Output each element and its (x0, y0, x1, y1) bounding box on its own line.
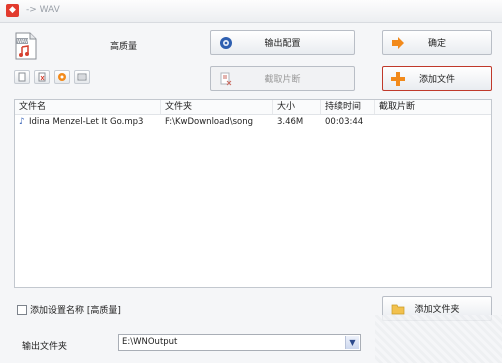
file-name: Idina Menzel-Let It Go.mp3 (29, 117, 144, 127)
column-header-name[interactable]: 文件名 (15, 100, 161, 114)
add-file-label: 添加文件 (418, 75, 455, 85)
add-setting-name-label: 添加设置名称 [高质量] (30, 306, 121, 316)
column-header-size[interactable]: 大小 (273, 100, 321, 114)
add-folder-label: 添加文件夹 (414, 305, 460, 315)
file-info-icon[interactable] (74, 70, 90, 84)
column-header-duration[interactable]: 持续时间 (321, 100, 375, 114)
wav-file-icon: WAV (14, 32, 38, 60)
file-list[interactable]: 文件名 文件夹 大小 持续时间 截取片断 ♪ Idina Menzel-Let I… (14, 99, 492, 288)
confirm-label: 确定 (427, 39, 446, 49)
cut-clip-label: 截取片断 (264, 75, 301, 85)
confirm-arrow-icon (391, 36, 405, 50)
file-duration-cell: 00:03:44 (325, 117, 364, 127)
table-row[interactable]: ♪ Idina Menzel-Let It Go.mp3 F:\KwDownloa… (15, 115, 491, 130)
file-clip-cell (375, 115, 491, 130)
output-config-label: 输出配置 (264, 39, 301, 49)
window-title: -> WAV (26, 5, 60, 15)
folder-icon (391, 302, 405, 316)
cut-clip-icon (219, 72, 233, 86)
music-file-icon: ♪ (19, 117, 25, 127)
app-logo-icon: ◆ (6, 4, 19, 17)
plus-icon (391, 72, 405, 86)
file-size-cell: 3.46M (277, 117, 304, 127)
settings-disc-icon (219, 36, 233, 50)
file-toolbar (14, 70, 90, 84)
file-list-header: 文件名 文件夹 大小 持续时间 截取片断 (15, 100, 491, 115)
title-bar: ◆ -> WAV (0, 0, 502, 23)
output-folder-value: E:\WNOutput (122, 337, 178, 347)
column-header-clip[interactable]: 截取片断 (375, 100, 491, 114)
remove-file-icon[interactable] (34, 70, 50, 84)
output-folder-label: 输出文件夹 (22, 342, 68, 352)
file-folder-cell: F:\KwDownload\song (165, 117, 254, 127)
cut-clip-button[interactable]: 截取片断 (210, 66, 355, 91)
watermark-overlay (375, 315, 502, 363)
quality-label: 高质量 (110, 42, 138, 52)
output-folder-select[interactable]: E:\WNOutput ▼ (118, 334, 361, 351)
new-file-icon[interactable] (14, 70, 30, 84)
confirm-button[interactable]: 确定 (382, 30, 492, 55)
add-file-button[interactable]: 添加文件 (382, 66, 492, 91)
column-header-folder[interactable]: 文件夹 (161, 100, 273, 114)
add-setting-name-option[interactable]: 添加设置名称 [高质量] (17, 303, 121, 316)
add-setting-name-checkbox[interactable] (17, 304, 27, 315)
chevron-down-icon[interactable]: ▼ (345, 336, 359, 349)
file-name-cell: ♪ Idina Menzel-Let It Go.mp3 (15, 115, 161, 130)
svg-text:WAV: WAV (17, 39, 29, 45)
output-config-button[interactable]: 输出配置 (210, 30, 355, 55)
play-file-icon[interactable] (54, 70, 70, 84)
